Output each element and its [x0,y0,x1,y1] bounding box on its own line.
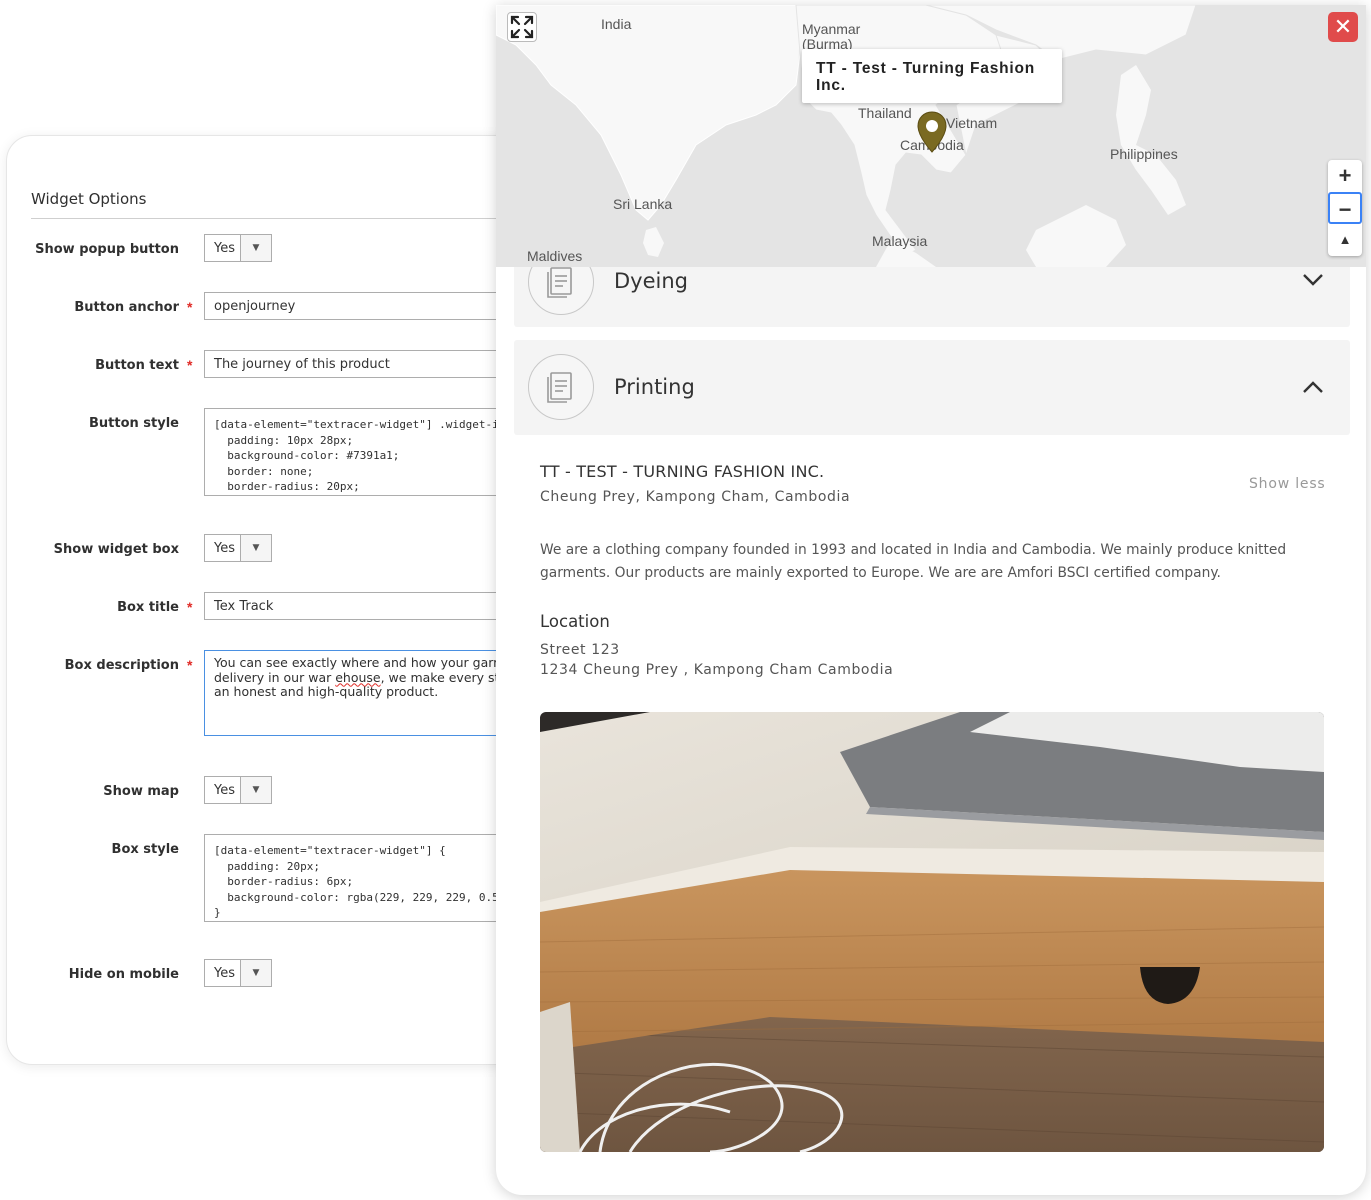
company-name: TT - TEST - TURNING FASHION INC. [540,462,825,481]
select-value: Yes [214,241,235,256]
required-marker: * [187,657,193,673]
box-title-label: Box title [117,600,179,615]
button-style-label: Button style [88,416,179,431]
map-popup: TT - Test - Turning Fashion Inc. [802,49,1062,103]
zoom-out-button[interactable]: − [1328,192,1362,224]
document-icon [528,354,594,420]
show-map-select[interactable]: Yes ▼ [204,776,272,804]
misspelled-word: ehouse [335,669,381,685]
show-map-label: Show map [103,784,179,799]
map-label-myanmar: Myanmar (Burma) [802,21,861,52]
map-zoom-controls: + − ▲ [1328,160,1362,256]
map-label-malaysia: Malaysia [872,233,928,249]
description-text: delivery in our war [214,669,336,685]
map-view[interactable]: India Myanmar (Burma) Thailand Vietnam C… [496,5,1366,267]
chevron-down-icon[interactable] [1302,273,1324,287]
location-heading: Location [540,612,610,631]
dropdown-arrow-icon: ▼ [240,777,271,803]
dropdown-arrow-icon: ▼ [240,235,271,261]
widget-options-panel: Widget Options Show popup button Yes ▼ B… [6,135,624,1065]
show-widget-box-select[interactable]: Yes ▼ [204,534,272,562]
select-value: Yes [214,966,235,981]
journey-widget-panel: India Myanmar (Burma) Thailand Vietnam C… [496,5,1366,1195]
dropdown-arrow-icon: ▼ [240,535,271,561]
section-divider [31,218,511,219]
facility-photo [540,712,1324,1152]
photo-illustration [540,712,1324,1152]
close-button[interactable]: ✕ [1328,12,1358,42]
box-description-label: Box description [64,658,179,673]
box-style-label: Box style [111,842,179,857]
required-marker: * [187,599,193,615]
step-accordion-printing[interactable]: Printing [514,340,1350,435]
location-city: 1234 Cheung Prey , Kampong Cham Cambodia [540,662,894,678]
map-label-sri-lanka: Sri Lanka [613,196,673,212]
location-street: Street 123 [540,642,620,658]
button-text-label: Button text [95,358,179,373]
required-marker: * [187,357,193,373]
select-value: Yes [214,783,235,798]
zoom-in-button[interactable]: + [1328,160,1362,192]
map-label-maldives: Maldives [527,248,583,264]
required-marker: * [187,299,193,315]
hide-on-mobile-label: Hide on mobile [68,967,179,982]
map-label-thailand: Thailand [858,105,912,121]
document-glyph [547,372,572,403]
chevron-up-icon[interactable] [1302,380,1324,394]
show-popup-button-label: Show popup button [35,242,179,257]
step-title: Dyeing [614,269,688,293]
compass-icon[interactable]: ▲ [1328,224,1362,256]
section-title: Widget Options [31,190,147,208]
step-title: Printing [614,375,695,399]
select-value: Yes [214,541,235,556]
hide-on-mobile-select[interactable]: Yes ▼ [204,959,272,987]
dropdown-arrow-icon: ▼ [240,960,271,986]
map-label-vietnam: Vietnam [946,115,998,131]
expand-icon [510,15,534,39]
show-widget-box-label: Show widget box [53,542,179,557]
company-description: We are a clothing company founded in 199… [540,542,1287,581]
show-popup-button-select[interactable]: Yes ▼ [204,234,272,262]
company-address: Cheung Prey, Kampong Cham, Cambodia [540,489,851,505]
button-anchor-label: Button anchor [74,300,179,315]
show-less-link[interactable]: Show less [1249,476,1326,492]
map-pin-icon[interactable] [917,111,947,153]
map-label-philippines: Philippines [1110,146,1178,162]
map-label-india: India [601,16,632,32]
fullscreen-button[interactable] [507,12,537,42]
